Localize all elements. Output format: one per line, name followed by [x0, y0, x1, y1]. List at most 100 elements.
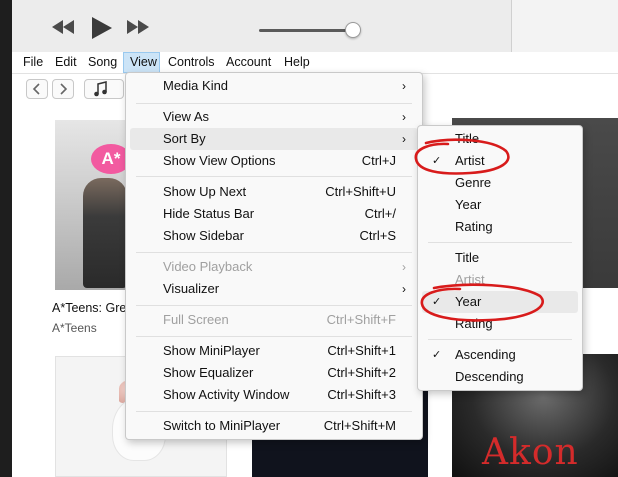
menu-item-switch-to-miniplayer[interactable]: Switch to MiniPlayer Ctrl+Shift+M — [130, 415, 418, 437]
menu-item-shortcut: Ctrl+Shift+2 — [327, 365, 396, 380]
chevron-right-icon: › — [402, 110, 406, 124]
sort-item-descending[interactable]: Descending — [422, 366, 578, 388]
menu-item-label: Show Up Next — [163, 184, 247, 199]
fast-forward-icon[interactable] — [127, 20, 149, 37]
sort-item-artist[interactable]: ✓ Artist — [422, 150, 578, 172]
album-artist[interactable]: A*Teens — [52, 321, 97, 335]
menu-item-view-as[interactable]: View As › — [130, 106, 418, 128]
menu-item-label: Hide Status Bar — [163, 206, 255, 221]
sort-item-label: Title — [455, 131, 480, 146]
view-menu: Media Kind › View As › Sort By › Show Vi… — [125, 72, 423, 440]
sort-item-rating[interactable]: Rating — [422, 216, 578, 238]
menu-item-label: Switch to MiniPlayer — [163, 418, 281, 433]
menu-item-shortcut: Ctrl+Shift+3 — [327, 387, 396, 402]
player-controls-bar — [12, 0, 618, 53]
menu-account[interactable]: Account — [220, 52, 277, 73]
menu-item-full-screen: Full Screen Ctrl+Shift+F — [130, 309, 418, 331]
menu-separator — [136, 411, 412, 412]
menu-item-label: View As — [163, 109, 210, 124]
sort-item-label: Rating — [455, 316, 493, 331]
menu-separator — [136, 252, 412, 253]
menu-file[interactable]: File — [17, 52, 49, 73]
chevron-right-icon: › — [402, 282, 406, 296]
menu-item-shortcut: Ctrl+/ — [364, 206, 396, 221]
menu-item-show-sidebar[interactable]: Show Sidebar Ctrl+S — [130, 225, 418, 247]
cover-figure — [83, 178, 127, 288]
sort-item-title-2[interactable]: Title — [422, 247, 578, 269]
menu-item-show-up-next[interactable]: Show Up Next Ctrl+Shift+U — [130, 181, 418, 203]
menu-item-show-miniplayer[interactable]: Show MiniPlayer Ctrl+Shift+1 — [130, 340, 418, 362]
menu-item-visualizer[interactable]: Visualizer › — [130, 278, 418, 300]
sort-item-genre[interactable]: Genre — [422, 172, 578, 194]
chevron-right-icon: › — [402, 260, 406, 274]
menu-item-shortcut: Ctrl+Shift+1 — [327, 343, 396, 358]
menu-item-shortcut: Ctrl+Shift+F — [326, 312, 396, 327]
back-button[interactable] — [26, 79, 48, 99]
menu-item-sort-by[interactable]: Sort By › — [130, 128, 418, 150]
sort-item-label: Title — [455, 250, 480, 265]
menu-controls[interactable]: Controls — [162, 52, 221, 73]
sort-item-label: Year — [455, 197, 482, 212]
menu-item-label: Show View Options — [163, 153, 276, 168]
volume-knob[interactable] — [345, 22, 361, 38]
menu-item-label: Show Equalizer — [163, 365, 254, 380]
sort-item-label: Artist — [455, 153, 485, 168]
chevron-right-icon: › — [402, 132, 406, 146]
menu-item-label: Sort By — [163, 131, 206, 146]
sort-item-rating-2[interactable]: Rating — [422, 313, 578, 335]
menu-item-label: Visualizer — [163, 281, 220, 296]
chevron-right-icon: › — [402, 79, 406, 93]
volume-slider[interactable] — [259, 29, 353, 32]
menu-item-show-view-options[interactable]: Show View Options Ctrl+J — [130, 150, 418, 172]
sort-item-label: Descending — [455, 369, 524, 384]
sort-item-label: Genre — [455, 175, 492, 190]
menu-item-hide-status-bar[interactable]: Hide Status Bar Ctrl+/ — [130, 203, 418, 225]
menu-item-label: Show Sidebar — [163, 228, 244, 243]
sort-item-year-2[interactable]: ✓ Year — [422, 291, 578, 313]
rewind-icon[interactable] — [52, 20, 74, 37]
menu-separator — [136, 103, 412, 104]
menu-item-label: Full Screen — [163, 312, 229, 327]
menu-separator — [428, 242, 572, 243]
menu-bar: File Edit Song View Controls Account Hel… — [12, 52, 618, 74]
sort-item-label: Artist — [455, 272, 485, 287]
sort-item-artist-2: Artist — [422, 269, 578, 291]
menu-item-label: Media Kind — [163, 78, 229, 93]
menu-separator — [136, 336, 412, 337]
menu-item-video-playback: Video Playback › — [130, 256, 418, 278]
menu-separator — [136, 176, 412, 177]
menu-separator — [428, 339, 572, 340]
media-picker-button[interactable] — [84, 79, 124, 99]
sort-item-label: Year — [455, 294, 482, 309]
checkmark-icon: ✓ — [432, 349, 442, 361]
forward-icon — [60, 83, 68, 95]
menu-edit[interactable]: Edit — [49, 52, 83, 73]
cover-akon-text: Akon — [482, 432, 579, 473]
menu-item-shortcut: Ctrl+Shift+U — [325, 184, 396, 199]
menu-item-label: Show Activity Window — [163, 387, 290, 402]
itunes-window: File Edit Song View Controls Account Hel… — [12, 0, 618, 477]
checkmark-icon: ✓ — [432, 296, 442, 308]
menu-separator — [136, 305, 412, 306]
album-title[interactable]: A*Teens: Gre — [52, 301, 126, 315]
menu-item-show-activity-window[interactable]: Show Activity Window Ctrl+Shift+3 — [130, 384, 418, 406]
play-icon[interactable] — [92, 17, 112, 42]
sort-item-year[interactable]: Year — [422, 194, 578, 216]
sort-item-label: Ascending — [455, 347, 516, 362]
menu-song[interactable]: Song — [82, 52, 123, 73]
menu-help[interactable]: Help — [278, 52, 316, 73]
menu-item-media-kind[interactable]: Media Kind › — [130, 75, 418, 97]
sort-item-ascending[interactable]: ✓ Ascending — [422, 344, 578, 366]
menu-item-shortcut: Ctrl+Shift+M — [323, 418, 396, 433]
menu-item-shortcut: Ctrl+J — [361, 153, 396, 168]
menu-item-label: Video Playback — [163, 259, 253, 274]
album-cover-ateens[interactable]: A* — [55, 120, 131, 290]
lcd-panel — [511, 0, 618, 52]
sort-item-title[interactable]: Title — [422, 128, 578, 150]
checkmark-icon: ✓ — [432, 155, 442, 167]
sort-item-label: Rating — [455, 219, 493, 234]
forward-button[interactable] — [52, 79, 74, 99]
menu-view[interactable]: View — [123, 52, 160, 73]
sort-by-submenu: Title ✓ Artist Genre Year Rating Title A… — [417, 125, 583, 391]
menu-item-show-equalizer[interactable]: Show Equalizer Ctrl+Shift+2 — [130, 362, 418, 384]
